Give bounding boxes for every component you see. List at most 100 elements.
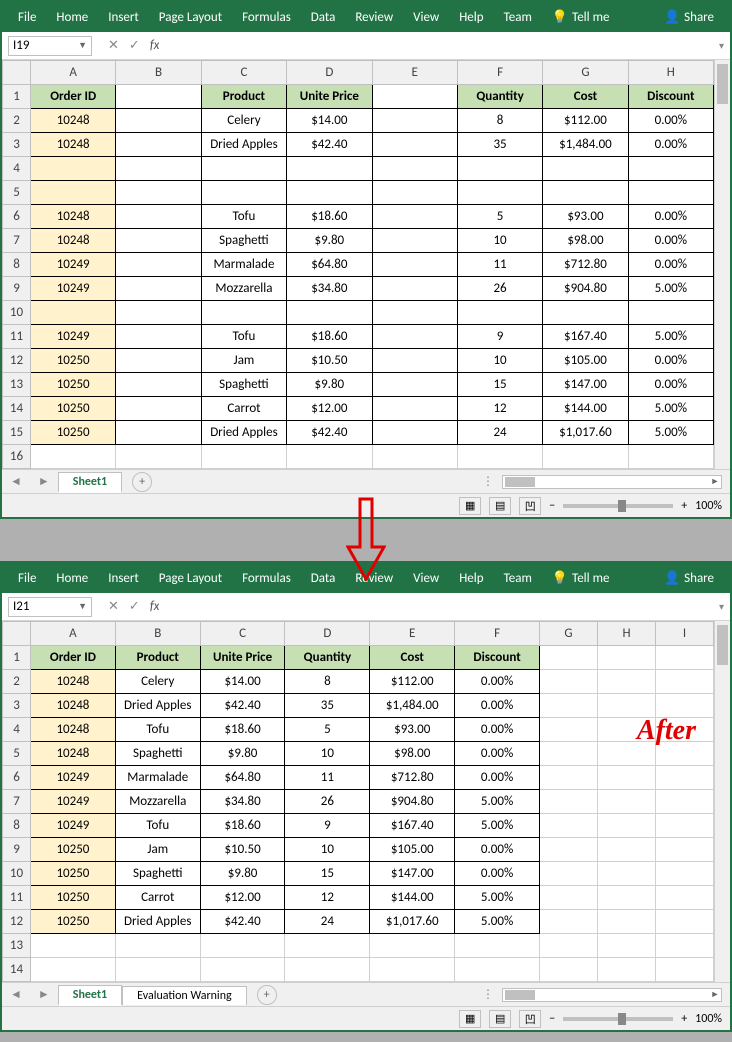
ribbon-tab-data[interactable]: Data [301,2,346,32]
cell[interactable]: $34.80 [200,790,285,814]
cell[interactable]: 0.00% [455,742,540,766]
cell[interactable]: 10248 [31,694,116,718]
sheet-tab-evaluation[interactable]: Evaluation Warning [122,986,247,1005]
fx-icon[interactable]: fx [150,38,160,53]
row-header[interactable]: 14 [3,958,31,982]
page-layout-view-icon[interactable]: ▤ [489,497,511,515]
cell[interactable]: $167.40 [543,325,628,349]
name-box[interactable]: I19 ▼ [8,36,92,56]
cell[interactable]: Mozzarella [115,790,200,814]
cell[interactable]: 11 [285,766,370,790]
cell[interactable]: Celery [201,109,286,133]
cell[interactable]: 5.00% [455,886,540,910]
cell[interactable]: $42.40 [287,421,372,445]
cell[interactable]: $1,017.60 [543,421,628,445]
cell[interactable] [200,958,285,982]
row-header[interactable]: 1 [3,646,31,670]
cell[interactable]: $1,017.60 [370,910,455,934]
sheet-tab-sheet1[interactable]: Sheet1 [58,985,122,1006]
row-header[interactable]: 1 [3,85,31,109]
header-cell[interactable]: Order ID [31,646,116,670]
cell[interactable]: 5.00% [628,421,713,445]
cell[interactable]: 24 [457,421,542,445]
sheet-nav-prev-icon[interactable]: ◄ [2,474,30,489]
vertical-scrollbar[interactable] [714,60,730,469]
cell[interactable]: Spaghetti [115,742,200,766]
enter-icon[interactable]: ✓ [129,38,140,53]
ribbon-tab-pagelayout[interactable]: Page Layout [149,563,232,593]
cell[interactable]: 10248 [31,205,116,229]
cell[interactable]: $10.50 [200,838,285,862]
col-header[interactable]: F [457,61,542,85]
cell[interactable]: 10 [285,838,370,862]
cell[interactable] [287,301,372,325]
cell[interactable]: 12 [285,886,370,910]
name-box[interactable]: I21 ▼ [8,597,92,617]
cell[interactable]: $34.80 [287,277,372,301]
cell[interactable]: $112.00 [543,109,628,133]
cell[interactable]: 5 [285,718,370,742]
header-cell[interactable]: Quantity [457,85,542,109]
cell[interactable]: 24 [285,910,370,934]
cell[interactable]: 10248 [31,229,116,253]
cell[interactable]: 10249 [31,766,116,790]
cell[interactable]: 10250 [31,349,116,373]
cell[interactable] [455,934,540,958]
grid[interactable]: ABCDEFGHI1Order IDProductUnite PriceQuan… [2,621,730,982]
cell[interactable] [656,958,714,982]
row-header[interactable]: 8 [3,814,31,838]
cell[interactable] [543,181,628,205]
cell[interactable] [540,958,598,982]
sheet-nav-next-icon[interactable]: ► [30,474,58,489]
cell[interactable]: 10 [457,349,542,373]
cell[interactable] [372,253,457,277]
row-header[interactable]: 13 [3,373,31,397]
normal-view-icon[interactable]: ▦ [459,497,481,515]
cell[interactable]: 0.00% [628,229,713,253]
cell[interactable]: $144.00 [543,397,628,421]
cell[interactable] [540,694,598,718]
col-header[interactable]: G [543,61,628,85]
cell[interactable] [116,301,201,325]
cell[interactable]: Carrot [115,886,200,910]
header-cell[interactable]: Cost [543,85,628,109]
cell[interactable]: 5.00% [628,325,713,349]
cell[interactable]: $904.80 [370,790,455,814]
cell[interactable] [598,766,656,790]
row-header[interactable]: 5 [3,181,31,205]
formula-input[interactable] [159,597,713,617]
ribbon-tab-view[interactable]: View [403,563,449,593]
header-cell[interactable]: Cost [370,646,455,670]
row-header[interactable]: 6 [3,766,31,790]
cell[interactable] [372,205,457,229]
cell[interactable] [285,958,370,982]
cell[interactable]: Spaghetti [201,229,286,253]
cell[interactable] [540,790,598,814]
cell[interactable]: 0.00% [628,349,713,373]
col-header[interactable]: B [115,622,200,646]
cell[interactable]: Dried Apples [115,910,200,934]
cell[interactable] [201,181,286,205]
cell[interactable]: 26 [457,277,542,301]
cell[interactable] [285,934,370,958]
cell[interactable]: 10250 [31,886,116,910]
cell[interactable]: 10250 [31,838,116,862]
cell[interactable]: 10250 [31,421,116,445]
header-cell[interactable]: Quantity [285,646,370,670]
row-header[interactable]: 6 [3,205,31,229]
row-header[interactable]: 3 [3,694,31,718]
cell[interactable]: 5.00% [628,277,713,301]
ribbon-tab-insert[interactable]: Insert [98,563,149,593]
cell[interactable] [115,958,200,982]
cell[interactable]: $167.40 [370,814,455,838]
cell[interactable] [372,109,457,133]
row-header[interactable]: 9 [3,838,31,862]
cell[interactable]: 10 [457,229,542,253]
cell[interactable] [598,838,656,862]
horizontal-scrollbar[interactable]: ◄ ► [502,475,722,489]
cell[interactable]: 0.00% [628,133,713,157]
grid[interactable]: ABCDEFGH1Order IDProductUnite PriceQuant… [2,60,730,469]
cell[interactable] [540,766,598,790]
formula-input[interactable] [159,36,713,56]
cell[interactable]: $9.80 [200,742,285,766]
